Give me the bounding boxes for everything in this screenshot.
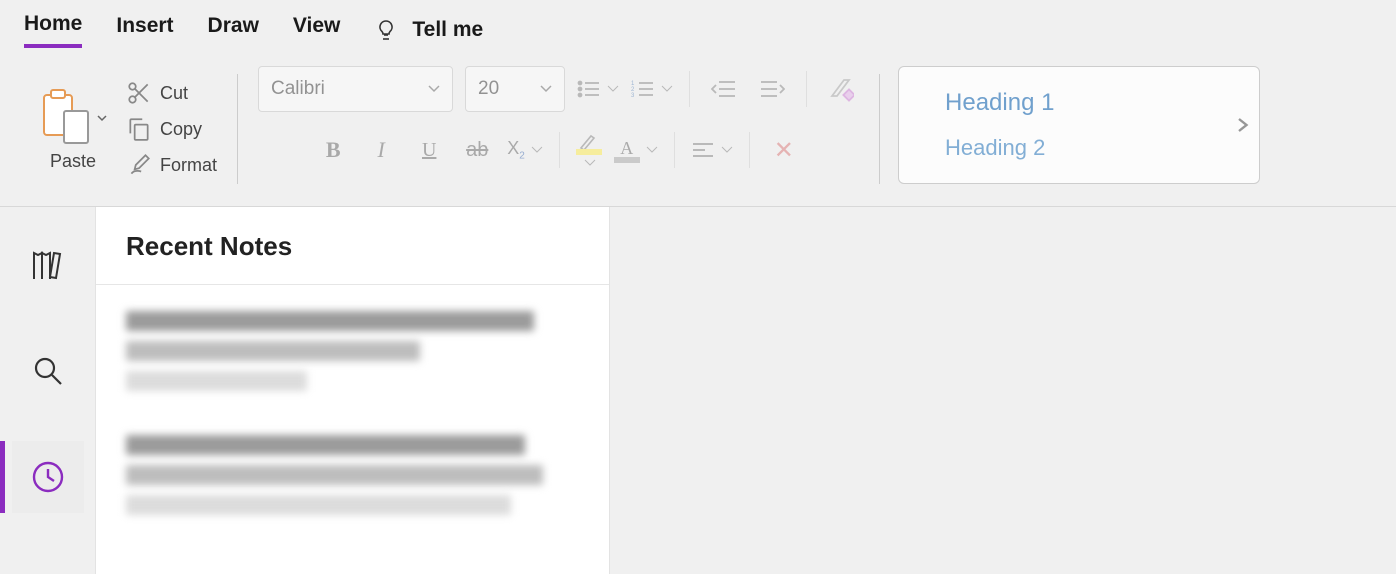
font-family-value: Calibri	[271, 78, 325, 100]
style-heading-2[interactable]: Heading 2	[945, 135, 1054, 161]
note-canvas[interactable]	[610, 207, 1396, 574]
align-left-icon	[691, 141, 715, 159]
format-label: Format	[160, 155, 217, 176]
scissors-icon	[126, 80, 152, 106]
align-button[interactable]	[691, 141, 733, 159]
chevron-right-icon[interactable]	[1233, 116, 1251, 134]
font-size-value: 20	[478, 78, 499, 100]
chevron-down-icon	[96, 112, 108, 124]
sidebar	[0, 207, 96, 574]
clear-formatting-button[interactable]: ✕	[766, 132, 802, 168]
chevron-down-icon	[646, 146, 658, 154]
tab-view[interactable]: View	[293, 14, 340, 46]
cut-label: Cut	[160, 83, 188, 104]
font-family-select[interactable]: Calibri	[258, 66, 453, 112]
underline-button[interactable]: U	[411, 132, 447, 168]
chevron-down-icon	[540, 85, 552, 93]
lightbulb-icon	[374, 18, 398, 42]
chevron-down-icon	[607, 85, 619, 93]
format-painter-icon	[126, 152, 152, 178]
paste-icon	[38, 87, 94, 149]
divider	[806, 71, 807, 107]
divider	[674, 132, 675, 168]
copy-label: Copy	[160, 119, 202, 140]
copy-icon	[126, 116, 152, 142]
format-painter-button[interactable]: Format	[126, 152, 217, 178]
chevron-down-icon	[531, 146, 543, 154]
sidebar-notebooks-button[interactable]	[12, 229, 84, 301]
divider	[689, 71, 690, 107]
paste-button[interactable]: Paste	[38, 87, 108, 172]
font-color-icon: A	[620, 138, 633, 159]
italic-button[interactable]: I	[363, 132, 399, 168]
tags-button[interactable]	[823, 71, 859, 107]
strikethrough-button[interactable]: ab	[459, 132, 495, 168]
list-item[interactable]	[126, 435, 579, 515]
numbered-list-button[interactable]: 1 2 3	[631, 79, 673, 99]
tag-icon	[828, 76, 854, 102]
search-icon	[31, 354, 65, 388]
tab-insert[interactable]: Insert	[116, 14, 173, 46]
numbered-list-icon: 1 2 3	[631, 79, 655, 99]
note-list-header: Recent Notes	[96, 207, 609, 285]
note-list-panel: Recent Notes	[96, 207, 610, 574]
ribbon: Paste Cut Copy	[0, 56, 1396, 207]
divider	[749, 132, 750, 168]
chevron-down-icon	[661, 85, 673, 93]
divider	[237, 74, 238, 184]
sidebar-recent-button[interactable]	[12, 441, 84, 513]
indent-icon	[759, 79, 785, 99]
paste-label: Paste	[50, 151, 96, 172]
style-heading-1[interactable]: Heading 1	[945, 89, 1054, 117]
subscript-button[interactable]: X2	[507, 138, 543, 162]
indent-button[interactable]	[754, 71, 790, 107]
main-area: Recent Notes	[0, 207, 1396, 574]
outdent-button[interactable]	[706, 71, 742, 107]
divider	[559, 132, 560, 168]
bold-button[interactable]: B	[315, 132, 351, 168]
clock-icon	[30, 459, 66, 495]
sidebar-search-button[interactable]	[12, 335, 84, 407]
tab-draw[interactable]: Draw	[208, 14, 259, 46]
subscript-icon: X2	[507, 138, 525, 162]
chevron-down-icon	[428, 85, 440, 93]
font-group: Calibri 20 1 2 3	[244, 66, 873, 192]
font-color-button[interactable]: A	[614, 138, 658, 163]
bulleted-list-icon	[577, 79, 601, 99]
cut-button[interactable]: Cut	[126, 80, 217, 106]
svg-text:3: 3	[631, 93, 635, 99]
ribbon-tabs: Home Insert Draw View Tell me	[0, 0, 1396, 56]
tell-me-button[interactable]: Tell me	[374, 18, 483, 42]
chevron-down-icon	[721, 146, 733, 154]
chevron-down-icon	[584, 159, 596, 167]
divider	[879, 74, 880, 184]
bulleted-list-button[interactable]	[577, 79, 619, 99]
clipboard-group: Paste Cut Copy	[24, 66, 231, 192]
font-size-select[interactable]: 20	[465, 66, 565, 112]
copy-button[interactable]: Copy	[126, 116, 217, 142]
outdent-icon	[711, 79, 737, 99]
tab-home[interactable]: Home	[24, 12, 82, 48]
styles-gallery[interactable]: Heading 1 Heading 2	[898, 66, 1260, 184]
notebooks-icon	[28, 247, 68, 283]
note-list-content	[96, 285, 609, 541]
highlight-color-button[interactable]	[576, 133, 602, 167]
list-item[interactable]	[126, 311, 579, 391]
tell-me-label: Tell me	[412, 18, 483, 42]
note-list-title: Recent Notes	[126, 231, 579, 262]
